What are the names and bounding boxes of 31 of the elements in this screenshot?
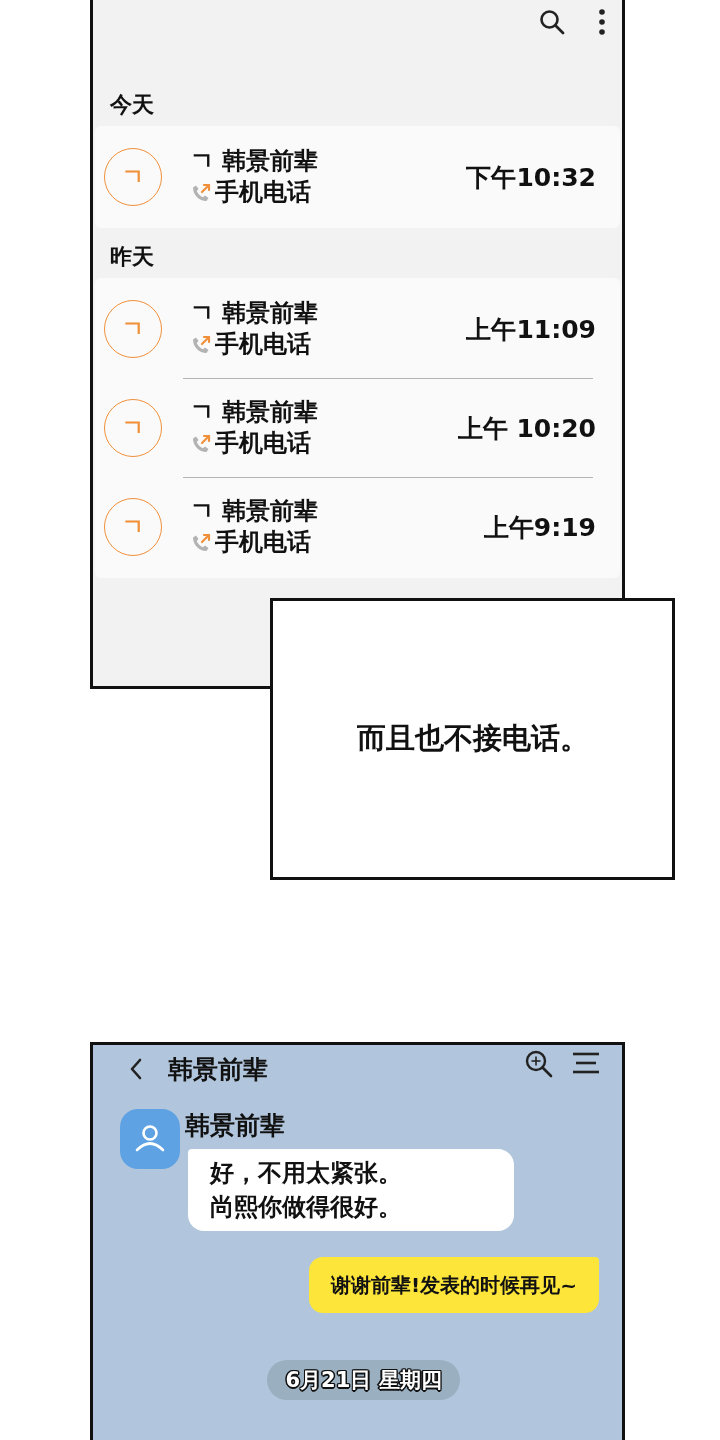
call-time: 上午9:19 xyxy=(483,511,596,544)
call-time: 上午 10:20 xyxy=(457,412,596,445)
menu-icon[interactable] xyxy=(573,1052,599,1074)
call-time: 下午10:32 xyxy=(466,161,596,194)
message-text: 好，不用太紧张。 xyxy=(210,1158,402,1189)
caption-text: 而且也不接电话。 xyxy=(356,720,589,757)
message-bubble: 谢谢前辈!发表的时候再见~ xyxy=(309,1257,599,1313)
search-icon[interactable] xyxy=(525,1050,553,1078)
section-heading: 今天 xyxy=(110,92,154,117)
message-text: 尚熙你做得很好。 xyxy=(210,1192,402,1223)
contact-name: ㄱ 韩景前辈 xyxy=(190,496,319,527)
back-icon[interactable] xyxy=(128,1057,144,1081)
contact-name: ㄱ 韩景前辈 xyxy=(190,397,319,428)
sender-name: 韩景前辈 xyxy=(185,1110,285,1142)
chat-title: 韩景前辈 xyxy=(168,1053,268,1086)
call-type: 手机电话 xyxy=(215,329,311,360)
contact-name: ㄱ 韩景前辈 xyxy=(190,298,319,329)
section-heading: 昨天 xyxy=(110,244,154,269)
outgoing-call-icon xyxy=(190,181,212,204)
person-avatar-icon xyxy=(120,1109,180,1169)
date-divider: 6月21日 星期四 xyxy=(267,1360,460,1400)
search-icon[interactable] xyxy=(539,9,565,35)
more-options-icon[interactable] xyxy=(599,9,605,35)
outgoing-call-icon xyxy=(190,531,212,554)
contact-name: ㄱ 韩景前辈 xyxy=(190,146,319,177)
outgoing-call-icon xyxy=(190,432,212,455)
call-type: 手机电话 xyxy=(215,177,311,208)
call-type: 手机电话 xyxy=(215,428,311,459)
call-type: 手机电话 xyxy=(215,527,311,558)
call-time: 上午11:09 xyxy=(466,313,596,346)
outgoing-call-icon xyxy=(190,333,212,356)
